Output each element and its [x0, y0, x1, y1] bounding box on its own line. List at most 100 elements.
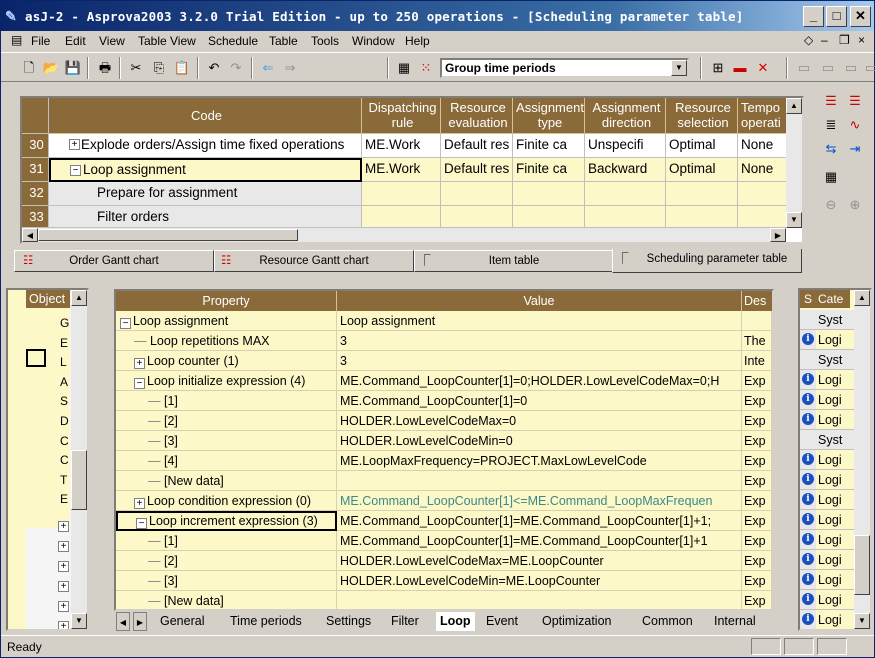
menu-window[interactable]: Window: [352, 34, 395, 48]
collapse-icon[interactable]: −: [120, 318, 131, 329]
row-number[interactable]: 32: [22, 182, 49, 206]
category-cell[interactable]: Syst: [816, 430, 854, 450]
grouping-icon[interactable]: ⁙: [416, 58, 436, 78]
collapse-icon[interactable]: −: [136, 518, 147, 529]
category-cell[interactable]: Logi: [816, 370, 854, 390]
mdi-restore-icon[interactable]: ❐: [839, 33, 850, 47]
category-cell[interactable]: Logi: [816, 410, 854, 430]
col-assignment-type[interactable]: Assignment type: [513, 98, 585, 134]
property-value-cell[interactable]: HOLDER.LowLevelCodeMin=0: [337, 431, 742, 451]
property-description-cell[interactable]: Exp: [742, 471, 772, 491]
tab-scroll-right-icon[interactable]: ▶: [133, 612, 147, 631]
col-category[interactable]: Cate: [816, 290, 850, 308]
property-name-cell[interactable]: + Loop counter (1): [116, 351, 337, 371]
dispatching-cell[interactable]: ME.Work: [362, 158, 441, 182]
expand-icon[interactable]: +: [134, 358, 145, 369]
property-description-cell[interactable]: Exp: [742, 591, 772, 609]
col-s[interactable]: S: [800, 290, 816, 308]
property-description-cell[interactable]: Exp: [742, 491, 772, 511]
category-cell[interactable]: Logi: [816, 570, 854, 590]
scroll-thumb[interactable]: [71, 450, 87, 510]
scroll-thumb[interactable]: [38, 229, 298, 241]
property-value-cell[interactable]: [337, 591, 742, 609]
property-name-cell[interactable]: — [2]: [116, 411, 337, 431]
tab-resource-gantt[interactable]: ☷ Resource Gantt chart: [214, 250, 414, 272]
new-icon[interactable]: 🗋: [19, 58, 39, 78]
object-selection[interactable]: [26, 349, 46, 367]
menu-table[interactable]: Table: [269, 34, 298, 48]
tab-settings[interactable]: Settings: [326, 612, 371, 631]
property-description-cell[interactable]: Exp: [742, 391, 772, 411]
mdi-close-icon[interactable]: ×: [858, 33, 865, 47]
title-bar[interactable]: ✎ asJ-2 - Asprova2003 3.2.0 Trial Editio…: [1, 1, 874, 31]
expand-icon[interactable]: +: [134, 498, 145, 509]
category-cell[interactable]: Logi: [816, 390, 854, 410]
col-resource-selection[interactable]: Resource selection: [666, 98, 738, 134]
property-value-cell[interactable]: ME.LoopMaxFrequency=PROJECT.MaxLowLevelC…: [337, 451, 742, 471]
zoom-out-icon[interactable]: ⊖: [821, 195, 841, 215]
menu-tools[interactable]: Tools: [311, 34, 339, 48]
selection-cell[interactable]: Optimal: [666, 134, 738, 158]
dispatching-cell[interactable]: [362, 182, 441, 206]
temp-cell[interactable]: [738, 182, 790, 206]
horizontal-scrollbar[interactable]: ◀ ▶: [22, 228, 786, 242]
category-cell[interactable]: Syst: [816, 310, 854, 330]
vertical-scrollbar[interactable]: ▲ ▼: [786, 98, 802, 228]
structure-icon[interactable]: ⊞: [708, 58, 728, 78]
layout-icon-4[interactable]: ▭: [861, 58, 875, 78]
tab-internal[interactable]: Internal: [714, 612, 756, 631]
layout-icon-3[interactable]: ▭: [841, 58, 861, 78]
row-number[interactable]: 30: [22, 134, 49, 158]
category-cell[interactable]: Logi: [816, 610, 854, 629]
tab-item-table[interactable]: ⎾ Item table: [414, 250, 614, 272]
evaluation-cell[interactable]: Default res: [441, 134, 513, 158]
code-cell-selected[interactable]: − Loop assignment: [49, 158, 362, 182]
menu-table-view[interactable]: Table View: [138, 34, 196, 48]
restore-icon[interactable]: ◇: [804, 33, 813, 47]
col-resource-evaluation[interactable]: Resource evaluation: [441, 98, 513, 134]
object-scrollbar[interactable]: ▲ ▼: [71, 290, 87, 629]
code-cell[interactable]: Prepare for assignment: [49, 182, 362, 206]
tab-optimization[interactable]: Optimization: [542, 612, 611, 631]
type-cell[interactable]: Finite ca: [513, 134, 585, 158]
group-select-icon[interactable]: ▦: [394, 58, 414, 78]
property-description-cell[interactable]: Exp: [742, 411, 772, 431]
property-description-cell[interactable]: [742, 311, 772, 331]
property-description-cell[interactable]: Exp: [742, 431, 772, 451]
gantt-alt-icon[interactable]: ☰: [845, 91, 865, 111]
chevron-down-icon[interactable]: ▼: [671, 60, 687, 76]
property-name-cell[interactable]: − Loop increment expression (3): [116, 511, 337, 531]
category-cell[interactable]: Logi: [816, 510, 854, 530]
calendar-icon[interactable]: ▦: [821, 167, 841, 187]
cut-icon[interactable]: ✂: [126, 58, 146, 78]
category-scrollbar[interactable]: ▲ ▼: [854, 290, 870, 629]
property-value-cell[interactable]: [337, 471, 742, 491]
col-code[interactable]: Code: [49, 98, 362, 134]
mdi-minimize-icon[interactable]: –: [821, 33, 828, 47]
tab-scroll-left-icon[interactable]: ◀: [116, 612, 130, 631]
layout-icon-2[interactable]: ▭: [818, 58, 838, 78]
scroll-down-icon[interactable]: ▼: [786, 212, 802, 228]
property-name-cell[interactable]: — Loop repetitions MAX: [116, 331, 337, 351]
col-temporary-operation[interactable]: Tempo operati: [738, 98, 790, 134]
temp-cell[interactable]: [738, 206, 790, 228]
scroll-left-icon[interactable]: ◀: [22, 228, 38, 242]
tab-order-gantt[interactable]: ☷ Order Gantt chart: [14, 250, 214, 272]
temp-cell[interactable]: None: [738, 158, 790, 182]
property-name-cell[interactable]: — [3]: [116, 431, 337, 451]
color-bars-icon[interactable]: ▬: [730, 58, 750, 78]
property-description-cell[interactable]: Inte: [742, 351, 772, 371]
expand-icon[interactable]: +: [69, 139, 80, 150]
tab-scheduling-parameter[interactable]: ⎾ Scheduling parameter table: [612, 249, 802, 273]
tab-general[interactable]: General: [160, 612, 204, 631]
category-cell[interactable]: Logi: [816, 470, 854, 490]
property-description-cell[interactable]: Exp: [742, 531, 772, 551]
property-value-cell[interactable]: ME.Command_LoopCounter[1]<=ME.Command_Lo…: [337, 491, 742, 511]
scroll-up-icon[interactable]: ▲: [854, 290, 870, 306]
col-value[interactable]: Value: [337, 291, 742, 311]
selection-cell[interactable]: Optimal: [666, 158, 738, 182]
object-tree-nodes[interactable]: + + + + + +: [58, 516, 71, 629]
tab-time-periods[interactable]: Time periods: [230, 612, 302, 631]
direction-cell[interactable]: [585, 206, 666, 228]
type-cell[interactable]: [513, 182, 585, 206]
